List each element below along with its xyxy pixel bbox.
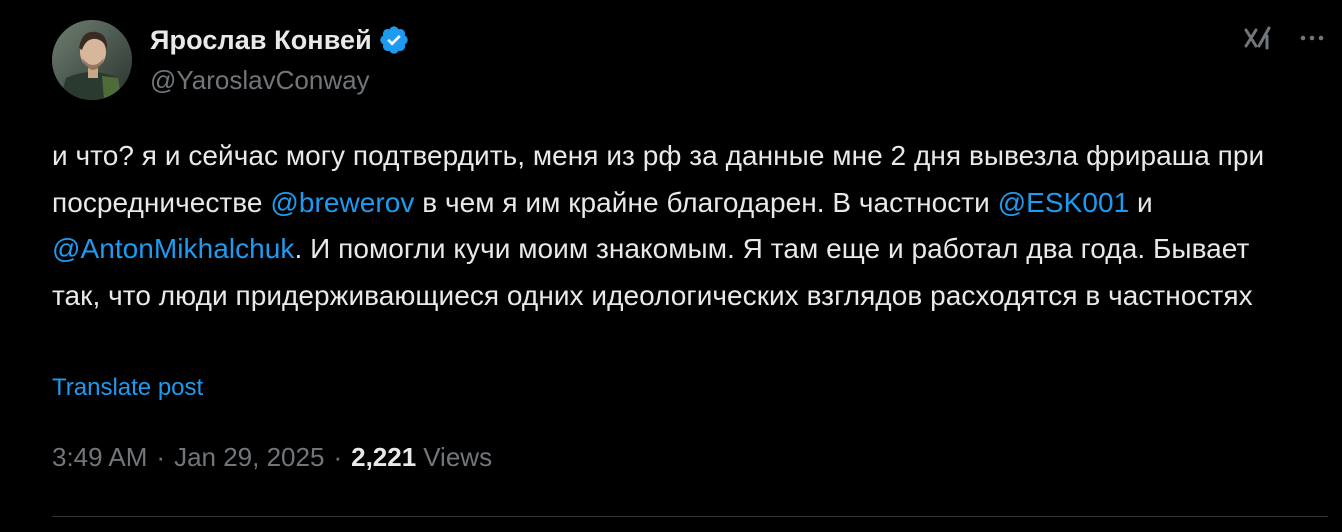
tweet-top-actions bbox=[1242, 22, 1328, 54]
tweet-text-segment: в чем я им крайне благодарен. В частност… bbox=[414, 186, 998, 218]
divider bbox=[52, 516, 1328, 517]
mention-link-brewerov[interactable]: @brewerov bbox=[270, 187, 414, 218]
tweet-date[interactable]: Jan 29, 2025 bbox=[174, 442, 324, 473]
author-info: Ярослав Конвей @YaroslavConway bbox=[150, 22, 410, 96]
translate-post-link[interactable]: Translate post bbox=[52, 374, 203, 402]
meta-separator: · bbox=[156, 442, 166, 472]
meta-separator: · bbox=[333, 442, 343, 472]
mention-link-esk001[interactable]: @ESK001 bbox=[998, 187, 1130, 218]
tweet: Ярослав Конвей @YaroslavConway и что? я … bbox=[0, 0, 1342, 532]
author-avatar[interactable] bbox=[52, 20, 132, 100]
author-handle[interactable]: @YaroslavConway bbox=[150, 65, 410, 96]
tweet-text-segment: и bbox=[1129, 186, 1153, 218]
grok-icon[interactable] bbox=[1242, 22, 1274, 54]
tweet-time[interactable]: 3:49 AM bbox=[52, 442, 147, 473]
tweet-body: и что? я и сейчас могу подтвердить, меня… bbox=[52, 133, 1302, 319]
tweet-text: и что? я и сейчас могу подтвердить, меня… bbox=[52, 133, 1302, 319]
author-display-name[interactable]: Ярослав Конвей bbox=[150, 25, 372, 56]
mention-link-antonmikhalchuk[interactable]: @AntonMikhalchuk bbox=[52, 233, 294, 264]
verified-badge-icon[interactable] bbox=[378, 24, 410, 56]
views-count[interactable]: 2,221 bbox=[351, 442, 416, 473]
more-options-icon[interactable] bbox=[1296, 22, 1328, 54]
avatar-photo bbox=[52, 20, 132, 100]
tweet-meta: 3:49 AM · Jan 29, 2025 · 2,221 Views bbox=[52, 442, 492, 473]
author-name-row: Ярослав Конвей bbox=[150, 22, 410, 58]
views-label[interactable]: Views bbox=[423, 442, 492, 473]
